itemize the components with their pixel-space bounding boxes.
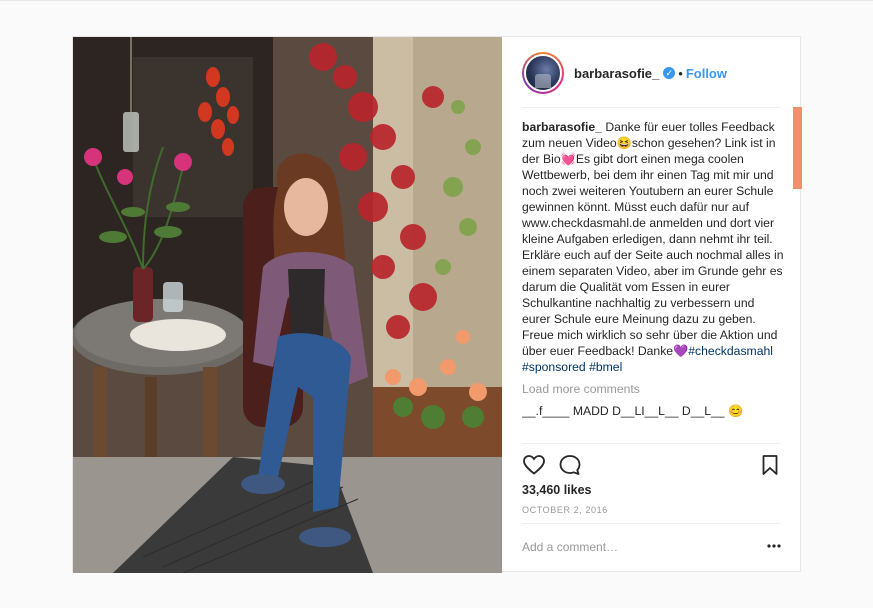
heart-icon[interactable] [522, 453, 546, 477]
grin-emoji-icon: 😆 [616, 136, 632, 150]
post-photo-illustration [73, 37, 502, 573]
caption: barbarasofie_ Danke für euer tolles Feed… [522, 119, 784, 375]
caption-author[interactable]: barbarasofie_ [522, 120, 602, 134]
avatar-image [524, 54, 562, 92]
partial-comment: __.f____ MADD D__LI__L__ D__L__ 😊 [522, 404, 744, 418]
username-link[interactable]: barbarasofie_ [574, 66, 659, 81]
actions-divider [522, 443, 781, 444]
comment-icon[interactable] [558, 453, 582, 477]
purple-heart-emoji-icon: 💜 [673, 344, 689, 358]
top-divider [0, 0, 873, 1]
verified-check-icon: ✓ [663, 67, 676, 79]
header-separator: • [678, 65, 683, 81]
hashtag-bmel[interactable]: #bmel [589, 360, 622, 374]
action-bar [522, 453, 781, 477]
header-divider [522, 107, 781, 108]
comment-divider [522, 523, 781, 524]
follow-button[interactable]: Follow [686, 66, 727, 81]
post-card: barbarasofie_ ✓ • Follow barbarasofie_ D… [72, 36, 802, 573]
comments-list[interactable]: barbarasofie_ Danke für euer tolles Feed… [522, 119, 784, 443]
post-photo[interactable] [73, 37, 502, 573]
likes-count[interactable]: 33,460 likes [522, 483, 592, 497]
hashtag-checkdasmahl[interactable]: #checkdasmahl [688, 344, 773, 358]
post-panel: barbarasofie_ ✓ • Follow barbarasofie_ D… [502, 37, 802, 573]
post-header: barbarasofie_ ✓ • Follow [522, 51, 780, 95]
more-options-icon[interactable] [766, 539, 782, 553]
load-more-comments[interactable]: Load more comments [522, 381, 784, 397]
caption-text-3: Es gibt dort einen mega coolen Wettbewer… [522, 152, 784, 358]
heart-emoji-icon: 💓 [560, 152, 576, 166]
avatar[interactable] [522, 52, 564, 94]
post-date: OCTOBER 2, 2016 [522, 505, 608, 515]
add-comment-input[interactable] [522, 537, 752, 557]
comments-scrollbar[interactable] [793, 107, 802, 189]
bookmark-icon[interactable] [758, 453, 782, 477]
hashtag-sponsored[interactable]: #sponsored [522, 360, 586, 374]
